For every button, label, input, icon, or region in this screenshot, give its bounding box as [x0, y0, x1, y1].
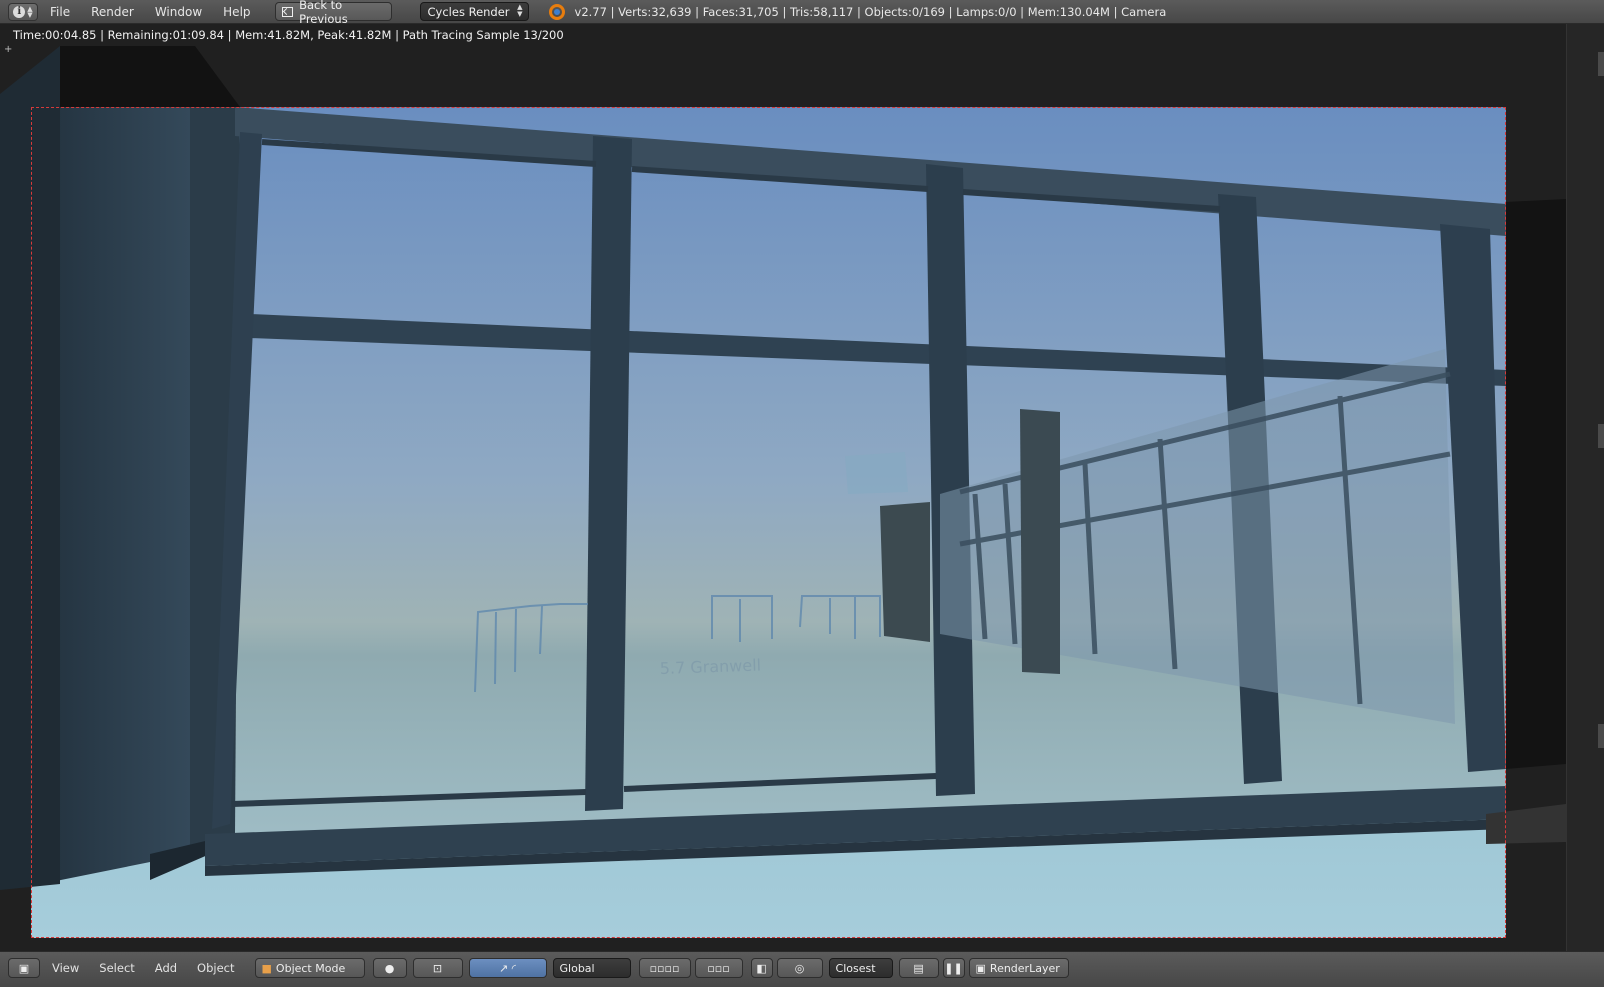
snap-target-dropdown[interactable]: Closest [828, 958, 893, 978]
lock-icon: ◧ [756, 961, 767, 975]
menu-object[interactable]: Object [197, 961, 234, 975]
editor-type-button[interactable]: ▣ [8, 958, 40, 978]
layer-buttons-b[interactable]: ▫▫▫ [694, 958, 743, 978]
orientation-dropdown[interactable]: Global [552, 958, 631, 978]
layers-icon: ▫▫▫▫ [649, 961, 680, 975]
layers-icon: ▫▫▫ [707, 961, 730, 975]
pivot-icon: ⊡ [432, 961, 443, 975]
pause-icon: ❚❚ [944, 961, 963, 975]
back-to-previous-button[interactable]: Back to Previous [274, 0, 392, 26]
layer-buttons-a[interactable]: ▫▫▫▫ [638, 958, 691, 978]
pivot-dropdown[interactable]: ⊡ [412, 958, 463, 978]
dropdown-arrow-icon: ▲ ▼ [517, 3, 523, 18]
cube-icon: ■ [261, 961, 272, 975]
scene-stats: v2.77 | Verts:32,639 | Faces:31,705 | Tr… [574, 4, 1167, 19]
render-engine-label: Cycles Render [427, 4, 510, 19]
render-engine-dropdown[interactable]: Cycles Render ▲ ▼ [419, 2, 529, 21]
back-button-label: Back to Previous [299, 0, 348, 26]
mode-dropdown[interactable]: ■ Object Mode [254, 958, 365, 978]
viewport-editor-icon: ▣ [18, 961, 30, 975]
render-layer-dropdown[interactable]: ▣ RenderLayer [968, 958, 1069, 978]
proportional-edit-button[interactable]: ◎ [776, 958, 823, 978]
editor-type-selector[interactable]: i ▲ ▼ [8, 2, 38, 21]
sphere-icon: ● [384, 961, 395, 975]
proportional-icon: ◎ [794, 961, 805, 975]
menu-view[interactable]: View [52, 961, 79, 975]
translate-icon: ↗ ◜ [499, 961, 516, 975]
menu-add[interactable]: Add [155, 961, 177, 975]
menu-render[interactable]: Render [91, 5, 134, 19]
camera-view-border [31, 107, 1506, 938]
viewport-header: ▣ View Select Add Object ■ Object Mode ●… [0, 951, 1604, 987]
menu-help[interactable]: Help [223, 5, 250, 19]
panel-tab[interactable] [1598, 52, 1604, 76]
menu-file[interactable]: File [50, 5, 70, 19]
blender-logo-icon [548, 3, 565, 20]
render-buttons[interactable]: ▤ [898, 958, 939, 978]
panel-tab[interactable] [1598, 424, 1604, 448]
back-icon [281, 6, 294, 17]
shading-dropdown[interactable]: ● [372, 958, 407, 978]
info-header: i ▲ ▼ File Render Window Help Back to Pre… [0, 0, 1604, 26]
info-icon: i [13, 5, 26, 18]
pause-button[interactable]: ❚❚ [942, 958, 965, 978]
render-icon: ▤ [913, 961, 924, 975]
render-status-text: Time:00:04.85 | Remaining:01:09.84 | Mem… [13, 28, 564, 42]
mode-label: Object Mode [275, 961, 346, 975]
manipulator-buttons[interactable]: ↗ ◜ [468, 958, 547, 978]
panel-tab[interactable] [1598, 724, 1604, 748]
lock-button[interactable]: ◧ [750, 958, 773, 978]
properties-edge[interactable] [1566, 24, 1604, 951]
updown-arrow-icon: ▲ ▼ [27, 4, 33, 19]
orientation-label: Global [559, 961, 595, 975]
menu-window[interactable]: Window [155, 5, 202, 19]
menu-select[interactable]: Select [99, 961, 134, 975]
render-layer-label: RenderLayer [989, 961, 1060, 975]
snap-label: Closest [835, 961, 876, 975]
main-menu: File Render Window Help [50, 5, 272, 19]
viewport-header-row: ▣ View Select Add Object ■ Object Mode ●… [0, 957, 1069, 979]
render-layer-icon: ▣ [975, 961, 986, 975]
3d-viewport[interactable]: 5.7 Granwell + [0, 24, 1566, 951]
cursor-plus-icon: + [4, 44, 13, 55]
